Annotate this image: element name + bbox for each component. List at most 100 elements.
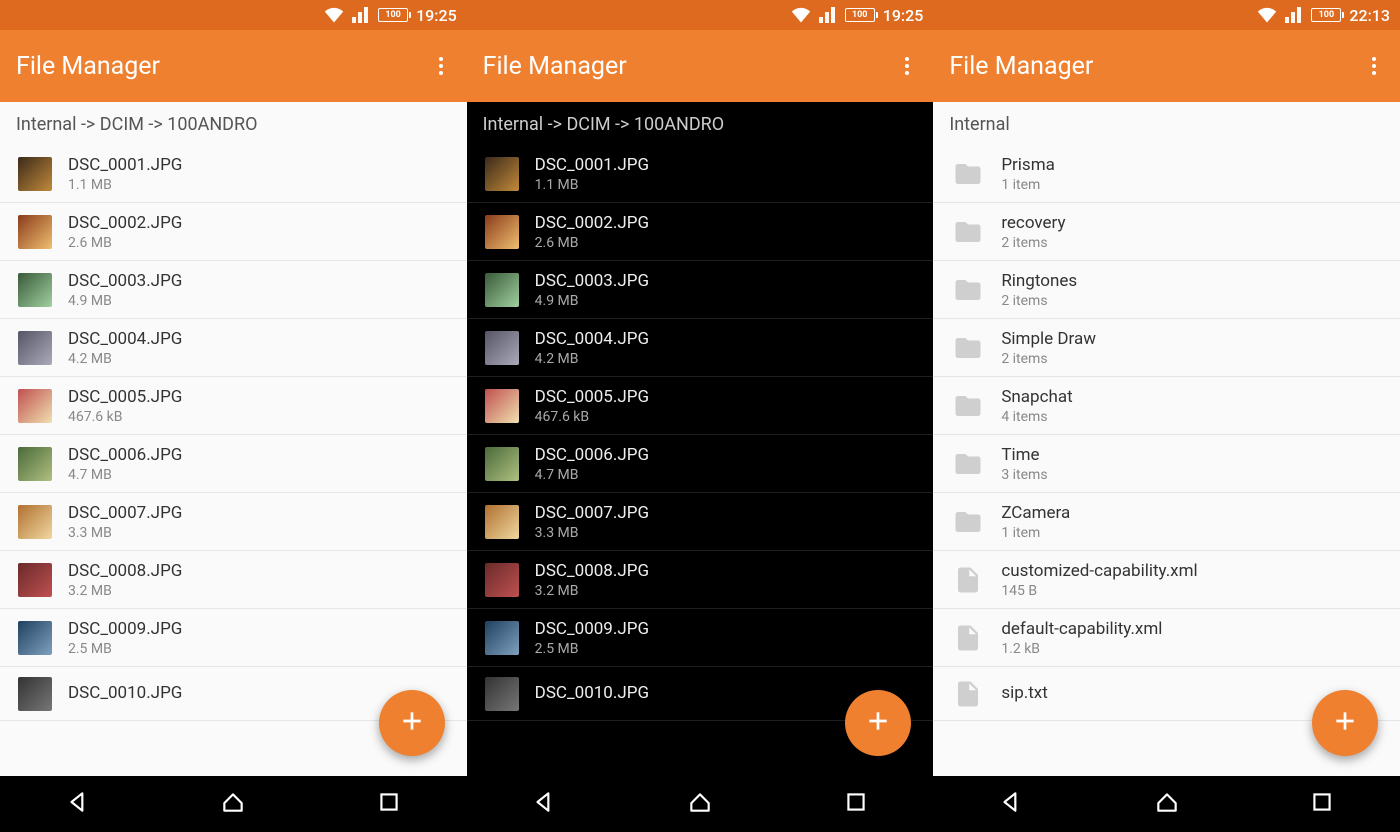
item-subtitle: 2 items (1001, 293, 1077, 309)
list-item[interactable]: Time3 items (933, 435, 1400, 493)
item-name: DSC_0005.JPG (535, 387, 649, 407)
list-item[interactable]: DSC_0003.JPG4.9 MB (0, 261, 467, 319)
status-clock: 19:25 (416, 6, 457, 25)
folder-icon (951, 215, 985, 249)
item-subtitle: 2 items (1001, 235, 1065, 251)
list-item[interactable]: ZCamera1 item (933, 493, 1400, 551)
list-item[interactable]: DSC_0006.JPG4.7 MB (467, 435, 934, 493)
breadcrumb[interactable]: Internal -> DCIM -> 100ANDRO (0, 102, 467, 145)
nav-back-button[interactable] (531, 789, 557, 819)
list-item[interactable]: DSC_0003.JPG4.9 MB (467, 261, 934, 319)
image-thumbnail (485, 389, 519, 423)
image-thumbnail (18, 215, 52, 249)
item-subtitle: 3.3 MB (535, 525, 649, 541)
overflow-menu-icon[interactable] (897, 49, 917, 83)
item-subtitle: 2.6 MB (68, 235, 182, 251)
app-bar: File Manager (0, 30, 467, 102)
wifi-icon (324, 7, 344, 23)
list-item[interactable]: default-capability.xml1.2 kB (933, 609, 1400, 667)
list-item[interactable]: DSC_0009.JPG2.5 MB (467, 609, 934, 667)
list-item[interactable]: DSC_0004.JPG4.2 MB (0, 319, 467, 377)
list-item[interactable]: DSC_0001.JPG 1.1 MB (467, 145, 934, 203)
list-item[interactable]: DSC_0006.JPG4.7 MB (0, 435, 467, 493)
overflow-menu-icon[interactable] (1364, 49, 1384, 83)
list-item[interactable]: Snapchat4 items (933, 377, 1400, 435)
add-fab[interactable] (379, 690, 445, 756)
add-fab[interactable] (845, 690, 911, 756)
item-subtitle: 1.2 kB (1001, 641, 1162, 657)
item-subtitle: 4.2 MB (535, 351, 649, 367)
nav-home-button[interactable] (220, 789, 246, 819)
image-thumbnail (18, 677, 52, 711)
nav-recent-button[interactable] (1309, 789, 1335, 819)
file-list[interactable]: DSC_0001.JPG1.1 MBDSC_0002.JPG2.6 MBDSC_… (467, 145, 934, 776)
list-item[interactable]: DSC_0005.JPG467.6 kB (467, 377, 934, 435)
add-fab[interactable] (1312, 690, 1378, 756)
list-item[interactable]: DSC_0008.JPG3.2 MB (467, 551, 934, 609)
list-item[interactable]: DSC_0002.JPG 2.6 MB (0, 203, 467, 261)
item-name: DSC_0001.JPG (535, 155, 649, 175)
item-name: DSC_0010.JPG (535, 683, 649, 703)
nav-back-button[interactable] (998, 789, 1024, 819)
item-subtitle: 2.5 MB (68, 641, 182, 657)
list-item[interactable]: DSC_0005.JPG467.6 kB (0, 377, 467, 435)
phone-screen-1: 10019:25File ManagerInternal -> DCIM -> … (467, 0, 934, 832)
battery-level: 100 (1311, 8, 1341, 22)
item-name: DSC_0007.JPG (68, 503, 182, 523)
item-name: DSC_0006.JPG (535, 445, 649, 465)
list-item[interactable]: DSC_0004.JPG4.2 MB (467, 319, 934, 377)
status-bar: 100 19:25 (0, 0, 467, 30)
item-name: DSC_0002.JPG (535, 213, 649, 233)
app-bar: File Manager (467, 30, 934, 102)
item-subtitle: 3 items (1001, 467, 1047, 483)
list-item[interactable]: DSC_0007.JPG3.3 MB (467, 493, 934, 551)
folder-icon (951, 447, 985, 481)
item-name: DSC_0002.JPG (68, 213, 182, 233)
item-name: recovery (1001, 213, 1065, 233)
file-list[interactable]: Prisma1 itemrecovery2 itemsRingtones2 it… (933, 145, 1400, 776)
item-name: DSC_0005.JPG (68, 387, 182, 407)
list-item[interactable]: DSC_0009.JPG2.5 MB (0, 609, 467, 667)
list-item[interactable]: DSC_0001.JPG1.1 MB (0, 145, 467, 203)
app-title: File Manager (483, 52, 627, 81)
image-thumbnail (18, 505, 52, 539)
list-item[interactable]: recovery 2 items (933, 203, 1400, 261)
list-item[interactable]: customized-capability.xml145 B (933, 551, 1400, 609)
item-subtitle: 1.1 MB (68, 177, 182, 193)
folder-icon (951, 505, 985, 539)
status-bar: 100 22:13 (933, 0, 1400, 30)
battery-indicator: 100 (378, 8, 408, 22)
navigation-bar (467, 776, 934, 832)
list-item[interactable]: Prisma1 item (933, 145, 1400, 203)
list-item[interactable]: DSC_0008.JPG 3.2 MB (0, 551, 467, 609)
list-item[interactable]: Ringtones2 items (933, 261, 1400, 319)
list-item[interactable]: DSC_0007.JPG3.3 MB (0, 493, 467, 551)
nav-home-button[interactable] (687, 789, 713, 819)
image-thumbnail (18, 273, 52, 307)
item-subtitle: 1.1 MB (535, 177, 649, 193)
file-list[interactable]: DSC_0001.JPG1.1 MBDSC_0002.JPG2.6 MBDSC_… (0, 145, 467, 776)
nav-recent-button[interactable] (376, 789, 402, 819)
image-thumbnail (485, 447, 519, 481)
battery-indicator: 100 (845, 8, 875, 22)
battery-level: 100 (845, 8, 875, 22)
image-thumbnail (18, 447, 52, 481)
image-thumbnail (18, 331, 52, 365)
item-subtitle: 3.2 MB (68, 583, 182, 599)
battery-indicator: 100 (1311, 8, 1341, 22)
nav-back-button[interactable] (65, 789, 91, 819)
list-item[interactable]: DSC_0002.JPG2.6 MB (467, 203, 934, 261)
nav-home-button[interactable] (1154, 789, 1180, 819)
item-subtitle: 4.9 MB (68, 293, 182, 309)
status-clock: 22:13 (1349, 6, 1390, 25)
overflow-menu-icon[interactable] (431, 49, 451, 83)
breadcrumb[interactable]: Internal (933, 102, 1400, 145)
plus-icon (865, 708, 891, 738)
breadcrumb[interactable]: Internal -> DCIM -> 100ANDRO (467, 102, 934, 145)
wifi-icon (791, 7, 811, 23)
list-item[interactable]: Simple Draw2 items (933, 319, 1400, 377)
item-name: DSC_0009.JPG (535, 619, 649, 639)
item-name: DSC_0008.JPG (68, 561, 182, 581)
folder-icon (951, 389, 985, 423)
nav-recent-button[interactable] (843, 789, 869, 819)
